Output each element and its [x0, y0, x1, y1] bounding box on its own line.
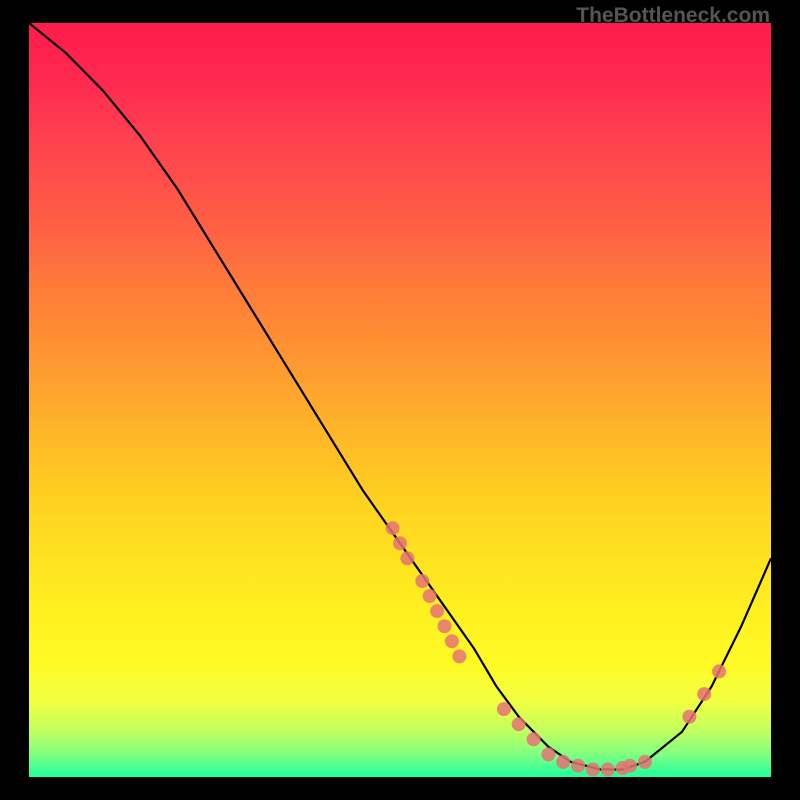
- data-point: [712, 664, 726, 678]
- data-point: [438, 619, 452, 633]
- data-point: [586, 763, 600, 777]
- data-point: [393, 536, 407, 550]
- data-point: [601, 763, 615, 777]
- data-point: [386, 521, 400, 535]
- data-point: [623, 759, 637, 773]
- chart-svg: [29, 23, 771, 777]
- data-point: [497, 702, 511, 716]
- data-point: [682, 710, 696, 724]
- watermark-text: TheBottleneck.com: [576, 4, 770, 28]
- data-point: [638, 755, 652, 769]
- data-point: [445, 634, 459, 648]
- data-point: [512, 717, 526, 731]
- data-point: [541, 747, 555, 761]
- data-point: [697, 687, 711, 701]
- data-point: [556, 755, 570, 769]
- data-point: [527, 732, 541, 746]
- data-point: [423, 589, 437, 603]
- data-point: [415, 574, 429, 588]
- bottleneck-curve-line: [29, 23, 771, 770]
- data-point: [430, 604, 444, 618]
- data-point: [452, 649, 466, 663]
- data-point: [400, 551, 414, 565]
- data-point: [571, 759, 585, 773]
- chart-container: TheBottleneck.com: [0, 0, 800, 800]
